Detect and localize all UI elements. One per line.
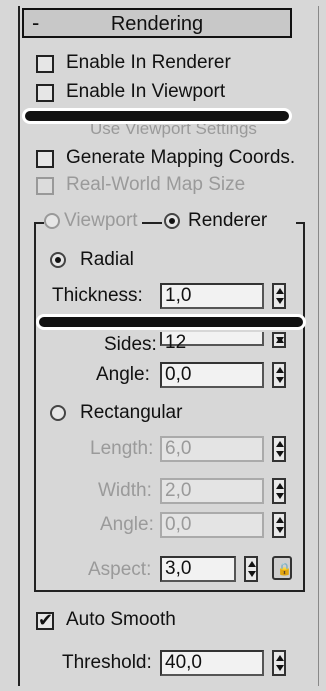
length-input[interactable]: 6,0 [160, 436, 264, 462]
enable-in-viewport-checkbox[interactable] [36, 84, 54, 102]
renderer-radio[interactable] [164, 213, 180, 229]
enable-in-renderer-checkbox[interactable] [36, 55, 54, 73]
real-world-map-size-checkbox[interactable] [36, 177, 54, 195]
rect-angle-spinner[interactable] [272, 512, 286, 538]
threshold-label: Threshold: [62, 652, 152, 673]
aspect-spinner[interactable] [244, 556, 258, 582]
rectangular-label: Rectangular [80, 402, 183, 423]
thickness-spinner[interactable] [272, 283, 286, 309]
aspect-label: Aspect: [88, 559, 152, 580]
groupbox-border-right [303, 222, 305, 592]
groupbox-border-top-right [296, 222, 304, 224]
generate-mapping-coords-checkbox[interactable] [36, 150, 54, 168]
thickness-input[interactable]: 1,0 [160, 283, 264, 309]
redaction-bar-bottom [36, 314, 306, 330]
sides-spinner[interactable] [272, 332, 286, 348]
aspect-input[interactable]: 3,0 [160, 556, 236, 582]
width-label: Width: [98, 480, 152, 501]
radial-radio[interactable] [50, 252, 66, 268]
threshold-spinner[interactable] [272, 650, 286, 676]
enable-in-renderer-label: Enable In Renderer [66, 52, 231, 73]
generate-mapping-coords-label: Generate Mapping Coords. [66, 147, 296, 168]
renderer-label: Renderer [188, 210, 268, 231]
auto-smooth-checkbox[interactable] [36, 610, 54, 631]
angle-input[interactable]: 0,0 [160, 362, 264, 388]
angle-label: Angle: [96, 364, 150, 385]
redaction-bar-top [22, 108, 292, 124]
rollout-header-rendering[interactable]: - Rendering [22, 8, 292, 38]
viewport-radio[interactable] [44, 213, 60, 229]
width-input[interactable]: 2,0 [160, 478, 264, 504]
groupbox-border-bottom [34, 590, 304, 592]
length-spinner[interactable] [272, 436, 286, 462]
width-spinner[interactable] [272, 478, 286, 504]
threshold-input[interactable]: 40,0 [160, 650, 264, 676]
radial-label: Radial [80, 249, 134, 270]
sides-input[interactable]: 12 [160, 332, 264, 353]
thickness-label: Thickness: [52, 285, 143, 306]
rectangular-radio[interactable] [50, 405, 66, 421]
viewport-label: Viewport [64, 210, 138, 231]
sides-label: Sides: [104, 334, 157, 355]
length-label: Length: [90, 438, 154, 459]
rect-angle-label: Angle: [100, 514, 154, 535]
rollout-title: Rendering [110, 13, 204, 35]
groupbox-border-left [34, 222, 36, 592]
real-world-map-size-label: Real-World Map Size [66, 174, 246, 195]
lock-icon[interactable]: 🔒 [272, 556, 292, 580]
angle-spinner[interactable] [272, 362, 286, 388]
enable-in-viewport-label: Enable In Viewport [66, 81, 226, 102]
auto-smooth-label: Auto Smooth [66, 609, 176, 630]
groupbox-border-mid [142, 222, 162, 224]
rect-angle-input[interactable]: 0,0 [160, 512, 264, 538]
